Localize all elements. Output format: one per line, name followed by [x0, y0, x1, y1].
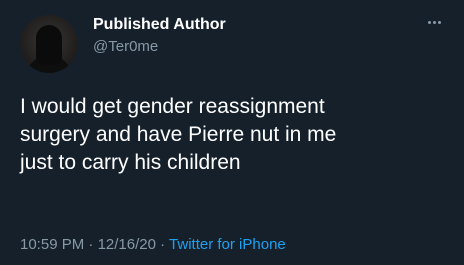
avatar-hood [36, 25, 62, 65]
tweet-text-line: I would get gender reassignment [20, 95, 325, 118]
more-dot [437, 20, 441, 24]
more-options-icon[interactable] [422, 14, 446, 30]
tweet-text-line: just to carry his children [20, 151, 241, 174]
author-handle[interactable]: @Ter0me [93, 38, 158, 55]
tweet-card: Published Author @Ter0me I would get gen… [0, 0, 464, 265]
tweet-time[interactable]: 10:59 PM [20, 236, 84, 253]
tweet-date[interactable]: 12/16/20 [98, 236, 156, 253]
author-name[interactable]: Published Author [93, 16, 226, 34]
meta-separator: · [88, 236, 94, 253]
tweet-text-line: surgery and have Pierre nut in me [20, 123, 337, 146]
tweet-source-link[interactable]: Twitter for iPhone [169, 236, 286, 253]
tweet-meta: 10:59 PM · 12/16/20 · Twitter for iPhone [20, 236, 286, 253]
tweet-text: I would get gender reassignment surgery … [20, 93, 450, 177]
meta-separator: · [160, 236, 166, 253]
more-dot [432, 20, 436, 24]
avatar[interactable] [20, 15, 78, 73]
more-dot [427, 20, 431, 24]
